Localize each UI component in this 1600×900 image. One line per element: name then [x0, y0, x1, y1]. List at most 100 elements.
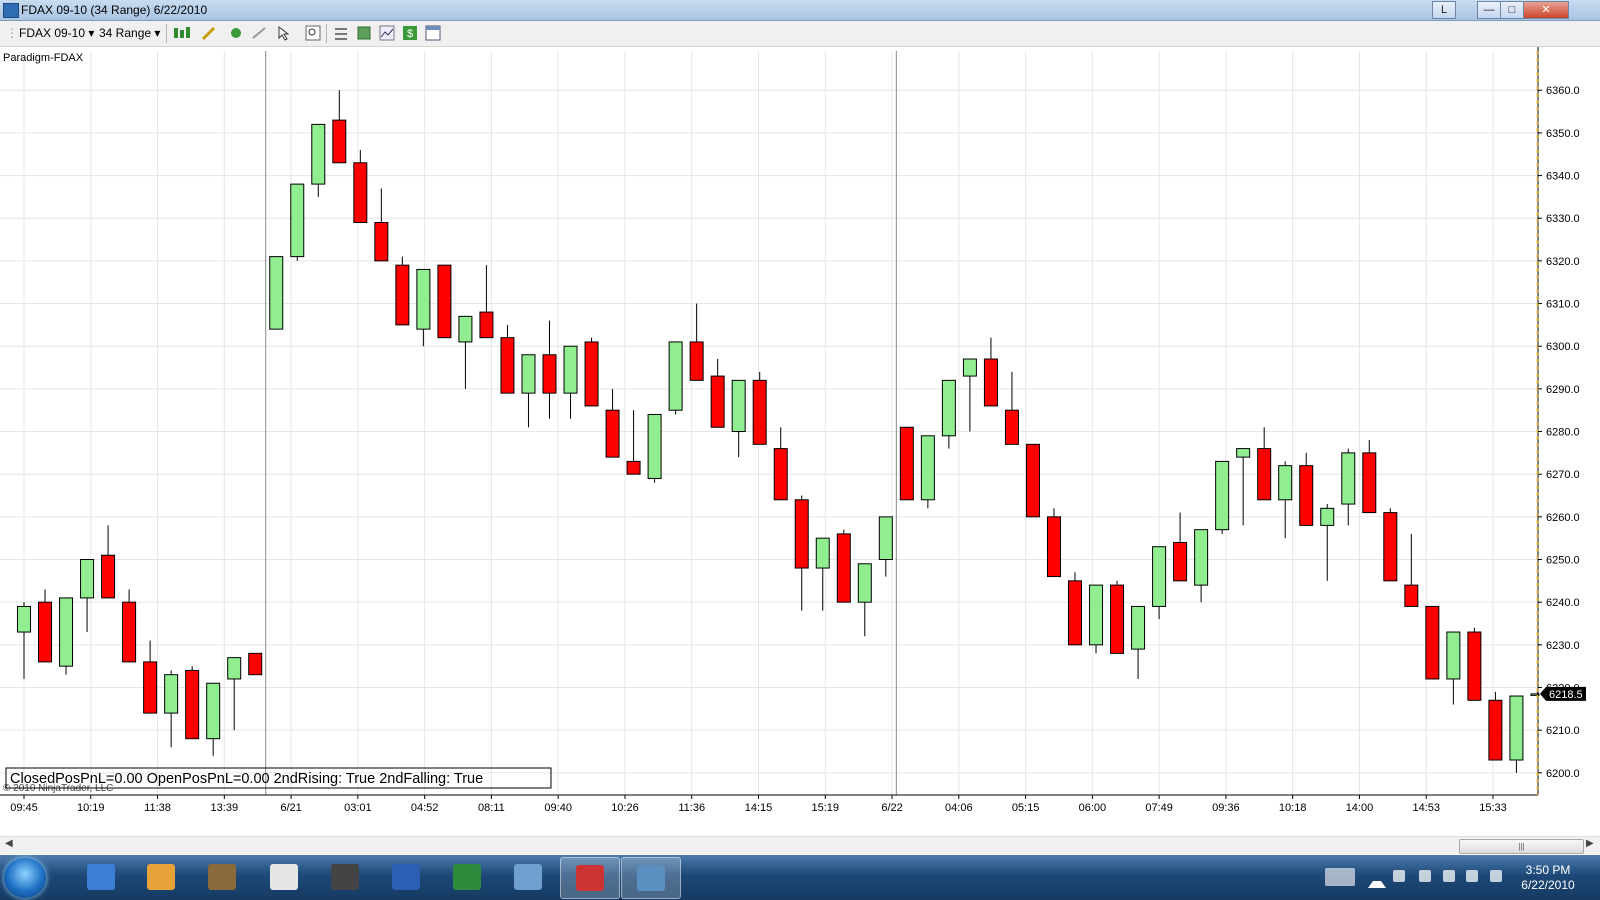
y-tick-label: 6230.0	[1546, 640, 1580, 652]
pen-input-icon[interactable]	[1325, 868, 1355, 886]
bearish-candle	[1488, 699, 1503, 761]
y-tick-label: 6350.0	[1546, 128, 1580, 140]
maximize-button[interactable]: □	[1500, 1, 1524, 19]
login-button[interactable]: L	[1432, 1, 1456, 19]
indicator-icon[interactable]	[228, 25, 244, 41]
scroll-left-icon[interactable]: ◀	[5, 838, 13, 849]
y-tick-label: 6310.0	[1546, 299, 1580, 311]
tray-expand-icon[interactable]	[1368, 873, 1386, 888]
zoom-icon[interactable]	[305, 25, 321, 41]
bullish-candle	[1089, 584, 1104, 646]
y-tick-label: 6240.0	[1546, 597, 1580, 609]
volume-icon[interactable]	[1490, 870, 1502, 882]
y-tick-label: 6270.0	[1546, 469, 1580, 481]
scroll-right-icon[interactable]: ▶	[1586, 838, 1594, 849]
bullish-candle	[1131, 605, 1146, 650]
minimize-button[interactable]: —	[1477, 1, 1501, 19]
start-button[interactable]	[4, 858, 46, 898]
instrument-label: FDAX 09-10	[19, 26, 86, 40]
bullish-candle	[1278, 465, 1293, 501]
taskbar-excel-button[interactable]	[438, 857, 496, 897]
y-tick-label: 6200.0	[1546, 768, 1580, 780]
taskbar-chart-window-button[interactable]	[621, 857, 681, 899]
bearish-candle	[1068, 580, 1082, 646]
taskbar-word-button[interactable]	[377, 857, 435, 897]
y-tick-label: 6290.0	[1546, 384, 1580, 396]
x-tick-label: 14:00	[1346, 802, 1374, 814]
bullish-candle	[920, 435, 935, 501]
x-tick-label: 6/22	[881, 802, 902, 814]
bearish-candle	[248, 652, 263, 676]
bullish-candle	[962, 358, 977, 377]
properties-icon[interactable]	[333, 25, 349, 41]
x-tick-label: 04:52	[411, 802, 439, 814]
word-icon	[392, 864, 420, 890]
bearish-candle	[1425, 605, 1440, 680]
taskbar-ninjatrader-control-button[interactable]	[255, 857, 313, 897]
bearish-candle	[1173, 541, 1188, 582]
bearish-candle	[1299, 465, 1314, 526]
taskbar-media-player-button[interactable]	[132, 857, 190, 897]
windows-taskbar: 3:50 PM 6/22/2010	[0, 855, 1600, 900]
taskbar-ninjatrader-dice-button[interactable]	[193, 857, 251, 897]
y-tick-label: 6250.0	[1546, 555, 1580, 567]
horizontal-scrollbar[interactable]: ◀ ||| ▶	[0, 836, 1600, 854]
bar-type-selector[interactable]: 34 Range ▾	[99, 26, 160, 40]
window-title: FDAX 09-10 (34 Range) 6/22/2010	[21, 3, 208, 17]
dollar-icon[interactable]: $	[402, 25, 418, 41]
bullish-candle	[17, 605, 31, 633]
close-button[interactable]: ✕	[1523, 1, 1569, 19]
taskbar-ninjatrader-active-button[interactable]	[560, 857, 620, 899]
taskbar-camera-button[interactable]	[316, 857, 374, 897]
bullish-candle	[563, 345, 578, 394]
ninjatrader-dice-icon	[208, 864, 236, 890]
clock[interactable]: 3:50 PM 6/22/2010	[1508, 863, 1588, 893]
y-tick-label: 6210.0	[1546, 725, 1580, 737]
tray-app-icon[interactable]	[1393, 870, 1405, 882]
bullish-candle	[269, 256, 284, 330]
x-tick-label: 08:11	[478, 802, 505, 814]
chart-panel[interactable]: 6200.06210.06220.06230.06240.06250.06260…	[0, 47, 1600, 823]
bar-style-icon[interactable]	[172, 25, 194, 41]
instrument-selector[interactable]: FDAX 09-10 ▾	[19, 26, 94, 40]
bullish-candle	[1215, 460, 1230, 531]
taskbar-network-tool-button[interactable]	[499, 857, 557, 897]
action-center-icon[interactable]	[1419, 870, 1431, 882]
x-tick-label: 14:15	[745, 802, 773, 814]
chart-trader-icon[interactable]	[379, 25, 395, 41]
bullish-candle	[731, 379, 746, 433]
bearish-candle	[1467, 631, 1482, 701]
bar-type-label: 34 Range	[99, 26, 152, 40]
candlestick-chart[interactable]: 6200.06210.06220.06230.06240.06250.06260…	[0, 47, 1600, 823]
strategy-icon[interactable]	[251, 25, 267, 41]
bullish-candle	[206, 682, 221, 740]
chart-toolbar: ⋮ FDAX 09-10 ▾ 34 Range ▾ $	[0, 21, 1600, 47]
x-tick-label: 10:18	[1279, 802, 1307, 814]
bearish-candle	[122, 601, 137, 663]
bearish-candle	[542, 354, 557, 394]
cursor-icon[interactable]	[276, 25, 292, 41]
bearish-candle	[1257, 448, 1272, 501]
bullish-candle	[647, 413, 662, 479]
network-signal-icon[interactable]	[1466, 870, 1478, 882]
power-icon[interactable]	[1443, 870, 1455, 882]
taskbar-internet-explorer-button[interactable]	[72, 857, 130, 897]
bearish-candle	[752, 379, 767, 445]
window-layout-icon[interactable]	[425, 25, 441, 41]
bullish-candle	[1194, 529, 1209, 586]
bearish-candle	[1404, 584, 1419, 607]
bearish-candle	[332, 119, 347, 164]
camera-icon	[331, 864, 359, 890]
x-tick-label: 07:49	[1145, 802, 1173, 814]
bullish-candle	[815, 537, 830, 569]
y-tick-label: 6330.0	[1546, 213, 1580, 225]
bearish-candle	[605, 409, 620, 458]
bearish-candle	[101, 554, 116, 599]
drawing-tool-icon[interactable]	[201, 25, 217, 41]
y-tick-label: 6260.0	[1546, 512, 1580, 524]
scroll-thumb[interactable]: |||	[1459, 839, 1584, 854]
data-box-icon[interactable]	[356, 25, 372, 41]
clock-time: 3:50 PM	[1525, 863, 1571, 877]
bullish-candle	[164, 674, 179, 714]
bearish-candle	[479, 311, 494, 339]
